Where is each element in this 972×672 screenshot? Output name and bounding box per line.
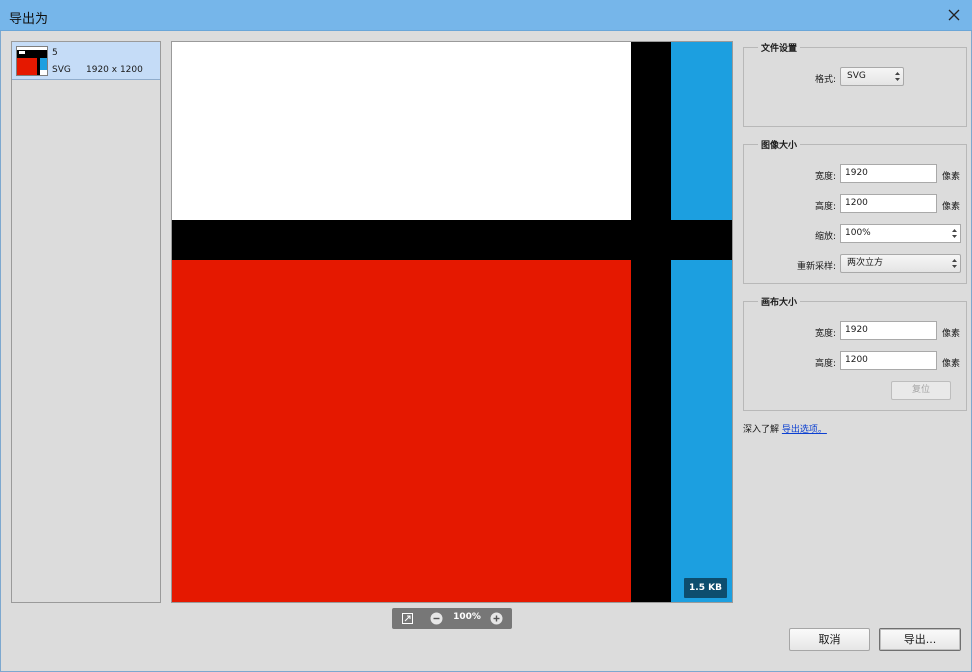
image-height-label: 高度:	[814, 202, 836, 212]
preview-red-block	[172, 260, 631, 602]
canvas-size-group: 画布大小 宽度: 1920 像素 高度: 1200 像素 复位	[743, 295, 967, 411]
dropdown-arrows-icon	[952, 229, 957, 238]
image-height-input[interactable]: 1200	[840, 194, 937, 213]
zoom-in-icon[interactable]	[490, 612, 503, 625]
preview-black-vertical-bar	[631, 42, 671, 602]
artboard-name: 5	[52, 48, 58, 58]
cancel-button[interactable]: 取消	[789, 628, 870, 651]
canvas-height-value: 1200	[845, 355, 868, 365]
format-label: 格式:	[814, 75, 836, 85]
image-size-title: 图像大小	[758, 138, 801, 151]
file-size-badge: 1.5 KB	[684, 578, 727, 598]
canvas-width-unit: 像素	[942, 329, 961, 339]
zoom-out-icon[interactable]	[430, 612, 443, 625]
zoom-level: 100%	[453, 612, 481, 622]
file-settings-group: 文件设置 格式: SVG	[743, 41, 967, 127]
canvas-height-label: 高度:	[814, 359, 836, 369]
dropdown-arrows-icon	[895, 72, 900, 81]
close-button[interactable]	[942, 4, 966, 26]
title-bar: 导出为	[0, 0, 972, 31]
scale-label: 缩放:	[814, 232, 836, 242]
canvas-width-label: 宽度:	[814, 329, 836, 339]
artboard-thumbnail	[16, 46, 48, 76]
learn-more: 深入了解 导出选项。	[743, 422, 827, 435]
image-width-label: 宽度:	[814, 172, 836, 182]
fit-to-view-icon[interactable]	[402, 613, 413, 624]
image-width-value: 1920	[845, 168, 868, 178]
list-item[interactable]: 5 SVG 1920 x 1200	[12, 42, 160, 80]
zoom-toolbar: 100%	[392, 608, 512, 629]
format-value: SVG	[847, 71, 866, 81]
image-height-unit: 像素	[942, 202, 961, 212]
learn-more-text: 深入了解	[743, 425, 780, 435]
artboard-list: 5 SVG 1920 x 1200	[11, 41, 161, 603]
preview-blue-block-bottom	[671, 260, 732, 602]
export-preview: 1.5 KB	[171, 41, 733, 603]
export-options-link[interactable]: 导出选项。	[782, 425, 827, 435]
dropdown-arrows-icon	[952, 259, 957, 268]
format-select[interactable]: SVG	[840, 67, 904, 86]
artboard-format: SVG	[52, 65, 71, 75]
resample-value: 两次立方	[847, 258, 884, 268]
canvas-size-title: 画布大小	[758, 295, 801, 308]
canvas-height-unit: 像素	[942, 359, 961, 369]
image-width-unit: 像素	[942, 172, 961, 182]
image-width-input[interactable]: 1920	[840, 164, 937, 183]
preview-white-block	[172, 42, 631, 220]
scale-select[interactable]: 100%	[840, 224, 961, 243]
image-height-value: 1200	[845, 198, 868, 208]
close-icon	[948, 9, 960, 21]
canvas-height-input[interactable]: 1200	[840, 351, 937, 370]
image-size-group: 图像大小 宽度: 1920 像素 高度: 1200 像素 缩放: 100% 重新…	[743, 138, 967, 284]
preview-blue-block-top	[671, 42, 732, 220]
canvas-width-input[interactable]: 1920	[840, 321, 937, 340]
artboard-dimensions: 1920 x 1200	[86, 65, 143, 75]
reset-button[interactable]: 复位	[891, 381, 951, 400]
export-button[interactable]: 导出...	[879, 628, 961, 651]
window-title: 导出为	[9, 12, 49, 27]
resample-select[interactable]: 两次立方	[840, 254, 961, 273]
resample-label: 重新采样:	[796, 262, 836, 272]
file-settings-title: 文件设置	[758, 41, 801, 54]
canvas-width-value: 1920	[845, 325, 868, 335]
scale-value: 100%	[845, 228, 871, 238]
